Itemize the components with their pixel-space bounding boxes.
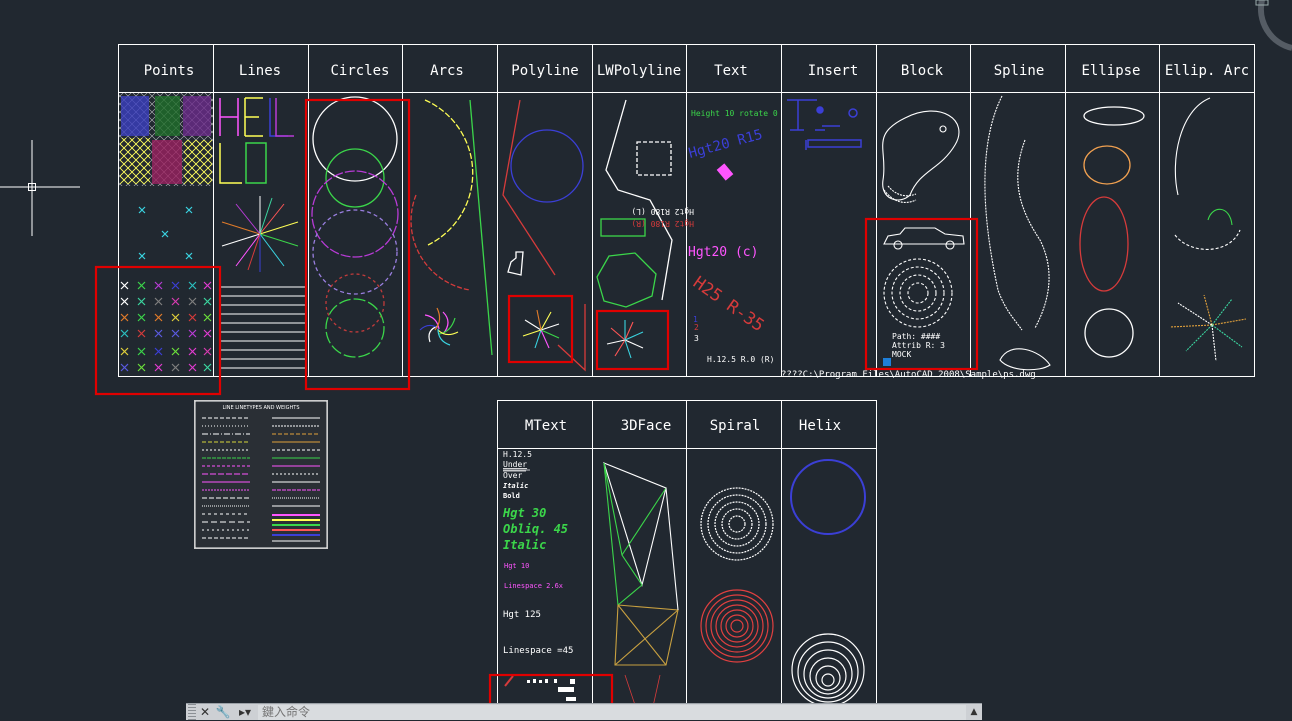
text-num-3: 3: [694, 334, 699, 343]
mtext-obliq: Obliq. 45: [503, 522, 568, 536]
lwpolyline-entities[interactable]: [596, 99, 673, 359]
highlight-circles: [304, 98, 411, 391]
header-lines: Lines: [239, 63, 281, 79]
svg-text:MOCK: MOCK: [892, 350, 911, 359]
close-icon[interactable]: ✕: [196, 704, 214, 720]
wrench-icon[interactable]: 🔧: [214, 704, 232, 720]
legend-title: LINE LINETYPES AND WEIGHTS: [223, 405, 300, 411]
text-num-2: 2: [694, 323, 699, 332]
mtext-over: Over: [503, 471, 522, 480]
ellip-arc-entities[interactable]: [1169, 97, 1247, 362]
text-hgt20-c: Hgt20 (c): [688, 245, 758, 260]
header-block: Block: [901, 63, 944, 79]
header-ellip-arc: Ellip. Arc: [1165, 63, 1249, 79]
mtext-under: Under: [503, 460, 527, 469]
chevron-up-icon[interactable]: ▲: [966, 707, 982, 717]
mtext-italic2: Italic: [503, 538, 546, 552]
block-blue-square: [883, 358, 891, 366]
mtext-italic: Italic: [503, 482, 528, 490]
arcs-entities[interactable]: [410, 99, 493, 356]
circles-entities[interactable]: [311, 96, 399, 358]
text-h12-5: H.12.5 R.0 (R): [707, 355, 774, 364]
viewcube-arc[interactable]: [1257, 0, 1292, 51]
command-bar-grip[interactable]: [188, 703, 196, 721]
insert-entities[interactable]: [787, 99, 862, 150]
header-lwpolyline: LWPolyline: [597, 63, 681, 79]
text-height10: Height 10 rotate 0: [691, 109, 778, 118]
header-3dface: 3DFace: [621, 418, 672, 434]
lines-entities[interactable]: [219, 97, 305, 369]
ellipse-entities[interactable]: [1079, 106, 1145, 358]
header-polyline: Polyline: [511, 63, 578, 79]
header-insert: Insert: [808, 63, 859, 79]
text-r180-r: Hgt2 R180 (R): [631, 219, 694, 228]
header-text: Text: [714, 63, 748, 79]
linetype-legend[interactable]: LINE LINETYPES AND WEIGHTS: [194, 400, 328, 549]
spiral-entities[interactable]: [700, 487, 774, 663]
highlight-lwpolyline: [595, 309, 670, 371]
header-ellipse: Ellipse: [1081, 63, 1140, 79]
points-entities[interactable]: [119, 93, 213, 372]
mtext-bold: Bold: [503, 492, 520, 500]
entity-table-bottom: [497, 400, 877, 720]
svg-text:Path: ####: Path: ####: [892, 332, 940, 341]
header-helix: Helix: [799, 418, 841, 434]
spline-entities[interactable]: [984, 95, 1051, 371]
text-h25-r-35: H25 R-35: [689, 273, 768, 336]
header-arcs: Arcs: [430, 63, 464, 79]
header-mtext: MText: [525, 418, 567, 434]
text-hgt20-r15: Hgt20 R15: [687, 127, 764, 162]
header-points: Points: [144, 63, 195, 79]
header-spiral: Spiral: [710, 418, 761, 434]
mtext-linespace: Linespace 2.6x: [504, 582, 563, 590]
mtext-linespace45: Linespace =45: [503, 646, 573, 656]
header-spline: Spline: [994, 63, 1045, 79]
path-text: ????C:\Program Files\AutoCAD 2008\Sample…: [781, 370, 1036, 380]
mtext-hgt10: Hgt 10: [504, 562, 529, 570]
3dface-entities[interactable]: [603, 462, 679, 720]
header-circles: Circles: [330, 63, 389, 79]
mtext-h125: H.12.5: [503, 450, 532, 459]
table1-headers: Points Lines Circles Arcs Polyline LWPol…: [144, 63, 1249, 79]
text-entities[interactable]: Height 10 rotate 0 Hgt20 R15 Hgt2 R180 (…: [631, 109, 778, 364]
mtext-hgt30: Hgt 30: [502, 506, 546, 520]
helix-entities[interactable]: [790, 459, 866, 707]
svg-text:Attrib R: 3: Attrib R: 3: [892, 341, 945, 350]
command-prompt-icon[interactable]: ▸▾: [232, 704, 258, 720]
command-input[interactable]: [258, 704, 966, 720]
table2-headers: MText 3DFace Spiral Helix: [525, 418, 841, 434]
block-attributes: Path: #### Attrib R: 3 MOCK: [892, 332, 945, 359]
crosshair-cursor: [0, 140, 80, 236]
mtext-entities[interactable]: H.12.5 Under Over Italic Bold Hgt 30 Obl…: [502, 450, 576, 718]
command-line-bar[interactable]: ✕ 🔧 ▸▾ ▲: [186, 703, 982, 721]
drawing-canvas[interactable]: Points Lines Circles Arcs Polyline LWPol…: [0, 0, 1292, 720]
mtext-hgt125: Hgt 125: [503, 610, 541, 620]
text-r180-l: Hgt2 R180 (L): [631, 207, 694, 216]
